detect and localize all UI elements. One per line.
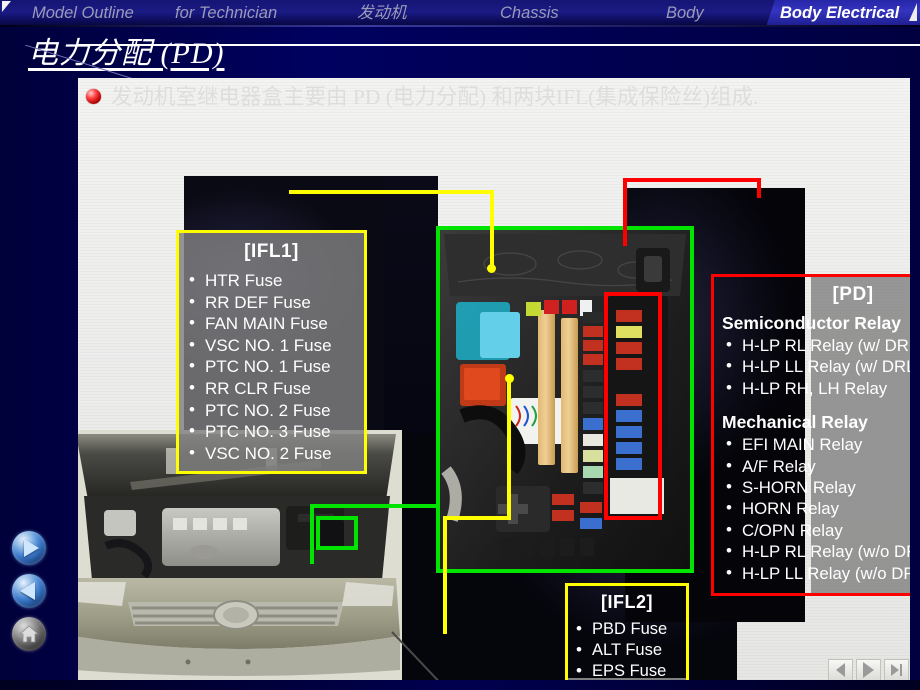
callout-pd-section1-list: H-LP RL Relay (w/ DRL) H-LP LL Relay (w/… (722, 334, 910, 399)
yellow-connector-ifl1-horizontal (289, 190, 494, 194)
previous-slide-button[interactable] (828, 659, 853, 681)
nav-tab-body[interactable]: Body (666, 2, 704, 25)
nav-tab-body-electrical[interactable]: Body Electrical (780, 2, 899, 25)
list-item: A/F Relay (722, 455, 910, 477)
callout-ifl2-title: [IFL2] (601, 592, 653, 612)
list-item: VSC NO. 1 Fuse (185, 334, 358, 357)
red-highlight-pd-region (604, 292, 662, 520)
title-row: 电力分配 (PD) (0, 27, 920, 77)
callout-pd-spacer (722, 399, 910, 411)
callout-pd-section2-list: EFI MAIN Relay A/F Relay S-HORN Relay HO… (722, 433, 910, 584)
yellow-connector-ifl1-vertical (490, 190, 494, 268)
active-tab-arrow-icon (909, 3, 917, 21)
list-item: RR DEF Fuse (185, 291, 358, 314)
list-item: PTC NO. 3 Fuse (185, 420, 358, 443)
red-connector-vertical-to-box (757, 178, 761, 198)
next-icon (863, 662, 874, 678)
list-item: EFI MAIN Relay (722, 433, 910, 455)
yellow-endpoint-dot-ifl1 (487, 264, 496, 273)
list-item: H-LP LL Relay (w/o DRL) (722, 562, 910, 584)
previous-icon (836, 663, 845, 677)
list-item: PTC NO. 1 Fuse (185, 355, 358, 378)
nav-tab-model-outline[interactable]: Model Outline (32, 2, 134, 25)
leader-line-to-caption (391, 631, 439, 680)
callout-pd-section1-heading: Semiconductor Relay (722, 313, 901, 333)
top-navigation-bar: Model Outline for Technician 发动机 Chassis… (0, 0, 920, 27)
list-item: H-LP LL Relay (w/ DRL) (722, 355, 910, 377)
play-back-icon (19, 582, 35, 600)
yellow-connector-ifl2-vertical (507, 378, 511, 520)
yellow-connector-ifl2-down (443, 516, 447, 634)
next-slide-button[interactable] (856, 659, 881, 681)
red-sphere-bullet-icon (86, 89, 101, 104)
last-icon (891, 664, 902, 676)
slide-root: Model Outline for Technician 发动机 Chassis… (0, 0, 920, 690)
callout-ifl1-list: HTR Fuse RR DEF Fuse FAN MAIN Fuse VSC N… (185, 269, 358, 465)
callout-ifl1-title: [IFL1] (244, 241, 299, 262)
list-item: HTR Fuse (185, 269, 358, 292)
title-underline (78, 44, 920, 46)
home-button[interactable] (12, 617, 46, 651)
callout-ifl1: [IFL1] HTR Fuse RR DEF Fuse FAN MAIN Fus… (176, 230, 367, 474)
home-icon (19, 625, 39, 643)
page-title: 电力分配 (PD) (28, 37, 225, 70)
red-connector-vertical-down (623, 178, 627, 246)
callout-ifl2: [IFL2] PBD Fuse ALT Fuse EPS Fuse ST Fus… (565, 583, 689, 680)
corner-triangle-icon (2, 1, 11, 23)
green-connector-horizontal (310, 504, 438, 508)
callout-ifl2-list: PBD Fuse ALT Fuse EPS Fuse ST Fuse (572, 618, 682, 680)
play-forward-icon (23, 539, 39, 557)
list-item: PBD Fuse (572, 618, 682, 640)
list-item: PTC NO. 2 Fuse (185, 399, 358, 422)
callout-pd: [PD] Semiconductor Relay H-LP RL Relay (… (711, 274, 910, 596)
yellow-connector-ifl2-horizontal (443, 516, 511, 520)
list-item: EPS Fuse (572, 660, 682, 680)
callout-pd-section2-heading: Mechanical Relay (722, 412, 868, 433)
back-button[interactable] (12, 574, 46, 608)
engine-relay-box-photo (436, 226, 694, 573)
nav-tab-engine[interactable]: 发动机 (357, 2, 407, 25)
list-item: H-LP RL Relay (w/ DRL) (722, 334, 910, 356)
green-connector-vertical (310, 504, 314, 564)
last-slide-button[interactable] (884, 659, 909, 681)
list-item: C/OPN Relay (722, 519, 910, 541)
list-item: FAN MAIN Fuse (185, 312, 358, 335)
list-item: RR CLR Fuse (185, 377, 358, 400)
list-item: VSC NO. 2 Fuse (185, 442, 358, 465)
forward-button[interactable] (12, 531, 46, 565)
slide-player-controls (828, 658, 910, 682)
list-item: H-LP RL Relay (w/o DRL) (722, 540, 910, 562)
bottom-strip (0, 680, 920, 690)
body-bullet-row: 发动机室继电器盒主要由 PD (电力分配) 和两块IFL(集成保险丝)组成. (78, 82, 910, 113)
nav-tab-for-technician[interactable]: for Technician (175, 2, 277, 25)
list-item: ALT Fuse (572, 639, 682, 661)
nav-tab-chassis[interactable]: Chassis (500, 2, 559, 25)
list-item: HORN Relay (722, 497, 910, 519)
body-text: 发动机室继电器盒主要由 PD (电力分配) 和两块IFL(集成保险丝)组成. (111, 85, 759, 109)
green-highlight-fusebox-on-car (316, 516, 358, 550)
callout-pd-title: [PD] (832, 284, 874, 305)
list-item: H-LP RH, LH Relay (722, 377, 910, 399)
content-panel: 发动机室继电器盒主要由 PD (电力分配) 和两块IFL(集成保险丝)组成. [… (78, 78, 910, 680)
list-item: S-HORN Relay (722, 476, 910, 498)
red-connector-horizontal-top (623, 178, 761, 182)
